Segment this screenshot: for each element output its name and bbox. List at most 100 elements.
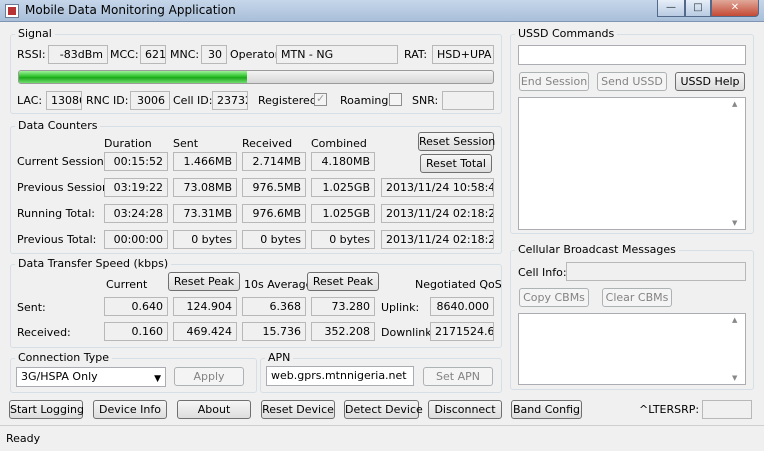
scroll-down-icon[interactable]: ▼ <box>732 374 737 382</box>
counter-timestamp: 2013/11/24 02:18:21 <box>381 204 494 223</box>
registered-checkbox <box>314 92 327 106</box>
cell-id-value: 23732 <box>212 91 248 110</box>
lac-label: LAC: <box>17 94 43 107</box>
registered-label: Registered: <box>258 94 321 107</box>
ten-second-average-header: 10s Average <box>244 278 313 291</box>
reset-session-button[interactable]: Reset Session <box>418 132 495 151</box>
snr-value <box>442 91 494 110</box>
scroll-up-icon[interactable]: ▲ <box>732 100 737 108</box>
reset-device-button[interactable]: Reset Device <box>261 400 335 419</box>
cell-info-label: Cell Info: <box>518 266 567 279</box>
negotiated-qos-header: Negotiated QoS <box>415 278 502 291</box>
header-duration: Duration <box>104 137 152 150</box>
set-apn-button[interactable]: Set APN <box>423 367 493 386</box>
end-session-button[interactable]: End Session <box>519 72 589 91</box>
uplink-label: Uplink: <box>381 301 420 314</box>
snr-label: SNR: <box>412 94 439 107</box>
window-title: Mobile Data Monitoring Application <box>25 3 236 17</box>
cbm-scrollbar[interactable]: ▲ ▼ <box>728 314 745 384</box>
disconnect-button[interactable]: Disconnect <box>428 400 502 419</box>
counter-sent: 73.31MB <box>173 204 237 223</box>
header-sent: Sent <box>173 137 199 150</box>
scroll-down-icon[interactable]: ▼ <box>732 219 737 227</box>
operator-label: Operator: <box>230 48 283 61</box>
reset-peak-button[interactable]: Reset Peak <box>168 272 240 291</box>
signal-group-title: Signal <box>15 27 55 40</box>
maximize-button[interactable]: □ <box>685 0 711 17</box>
operator-value: MTN - NG <box>276 45 398 64</box>
signal-strength-fill <box>19 71 247 83</box>
about-button[interactable]: About <box>177 400 251 419</box>
roaming-label: Roaming: <box>340 94 393 107</box>
device-info-button[interactable]: Device Info <box>93 400 167 419</box>
mnc-label: MNC: <box>170 48 200 61</box>
send-ussd-button[interactable]: Send USSD <box>597 72 667 91</box>
clear-cbms-button[interactable]: Clear CBMs <box>602 288 672 307</box>
counter-received: 2.714MB <box>242 152 306 171</box>
counter-sent: 73.08MB <box>173 178 237 197</box>
header-received: Received <box>242 137 293 150</box>
lte-rsrp-value <box>702 400 752 419</box>
title-bar[interactable]: Mobile Data Monitoring Application — □ ✕ <box>0 0 764 22</box>
sent-peak-value: 124.904 <box>173 297 237 316</box>
scroll-up-icon[interactable]: ▲ <box>732 316 737 324</box>
detect-device-button[interactable]: Detect Device <box>344 400 423 419</box>
counter-timestamp: 2013/11/24 10:58:43 <box>381 178 494 197</box>
chevron-down-icon[interactable]: ▼ <box>154 370 161 386</box>
counter-combined: 1.025GB <box>311 204 375 223</box>
apn-input[interactable]: web.gprs.mtnnigeria.net <box>266 366 414 386</box>
status-bar: Ready <box>0 425 764 451</box>
downlink-label: Downlink: <box>381 326 436 339</box>
app-icon <box>5 4 19 18</box>
connection-type-title: Connection Type <box>15 351 113 364</box>
ussd-command-input[interactable] <box>518 45 746 65</box>
speed-received-label: Received: <box>17 326 71 339</box>
counter-duration: 03:24:28 <box>104 204 168 223</box>
cbm-message-box[interactable]: ▲ ▼ <box>518 313 746 385</box>
roaming-checkbox <box>389 93 402 106</box>
counter-combined: 1.025GB <box>311 178 375 197</box>
ussd-help-button[interactable]: USSD Help <box>675 72 745 91</box>
mcc-label: MCC: <box>110 48 139 61</box>
mnc-value: 30 <box>201 45 227 64</box>
rssi-value: -83dBm <box>48 45 108 64</box>
ussd-response-box[interactable]: ▲ ▼ <box>518 97 746 230</box>
sent-current-value: 0.640 <box>104 297 168 316</box>
counter-duration: 03:19:22 <box>104 178 168 197</box>
band-config-button[interactable]: Band Config <box>511 400 582 419</box>
cell-id-label: Cell ID: <box>173 94 213 107</box>
rat-value: HSD+UPA <box>432 45 494 64</box>
ussd-scrollbar[interactable]: ▲ ▼ <box>728 98 745 229</box>
current-header: Current <box>106 278 148 291</box>
downlink-value: 2171524.63 <box>430 322 494 341</box>
transfer-speed-title: Data Transfer Speed (kbps) <box>15 257 172 270</box>
status-text: Ready <box>6 432 41 445</box>
counter-row-label: Running Total: <box>17 207 95 220</box>
counter-received: 0 bytes <box>242 230 306 249</box>
start-logging-button[interactable]: Start Logging <box>9 400 84 419</box>
counter-received: 976.5MB <box>242 178 306 197</box>
received-average-value: 15.736 <box>242 322 306 341</box>
header-combined: Combined <box>311 137 367 150</box>
received-average-peak-value: 352.208 <box>311 322 375 341</box>
sent-average-peak-value: 73.280 <box>311 297 375 316</box>
cbm-title: Cellular Broadcast Messages <box>515 243 679 256</box>
minimize-button[interactable]: — <box>657 0 685 17</box>
counter-row-label: Current Session: <box>17 155 108 168</box>
reset-average-peak-button[interactable]: Reset Peak <box>307 272 379 291</box>
counter-combined: 0 bytes <box>311 230 375 249</box>
copy-cbms-button[interactable]: Copy CBMs <box>519 288 589 307</box>
apply-button[interactable]: Apply <box>174 367 244 386</box>
cell-info-value <box>566 262 746 281</box>
counter-sent: 0 bytes <box>173 230 237 249</box>
mcc-value: 621 <box>140 45 166 64</box>
data-counters-title: Data Counters <box>15 119 101 132</box>
reset-total-button[interactable]: Reset Total <box>420 154 492 173</box>
counter-sent: 1.466MB <box>173 152 237 171</box>
connection-type-select[interactable]: 3G/HSPA Only ▼ <box>16 367 166 387</box>
rnc-id-label: RNC ID: <box>86 94 129 107</box>
received-peak-value: 469.424 <box>173 322 237 341</box>
counter-duration: 00:15:52 <box>104 152 168 171</box>
close-button[interactable]: ✕ <box>711 0 759 17</box>
rssi-label: RSSI: <box>17 48 46 61</box>
